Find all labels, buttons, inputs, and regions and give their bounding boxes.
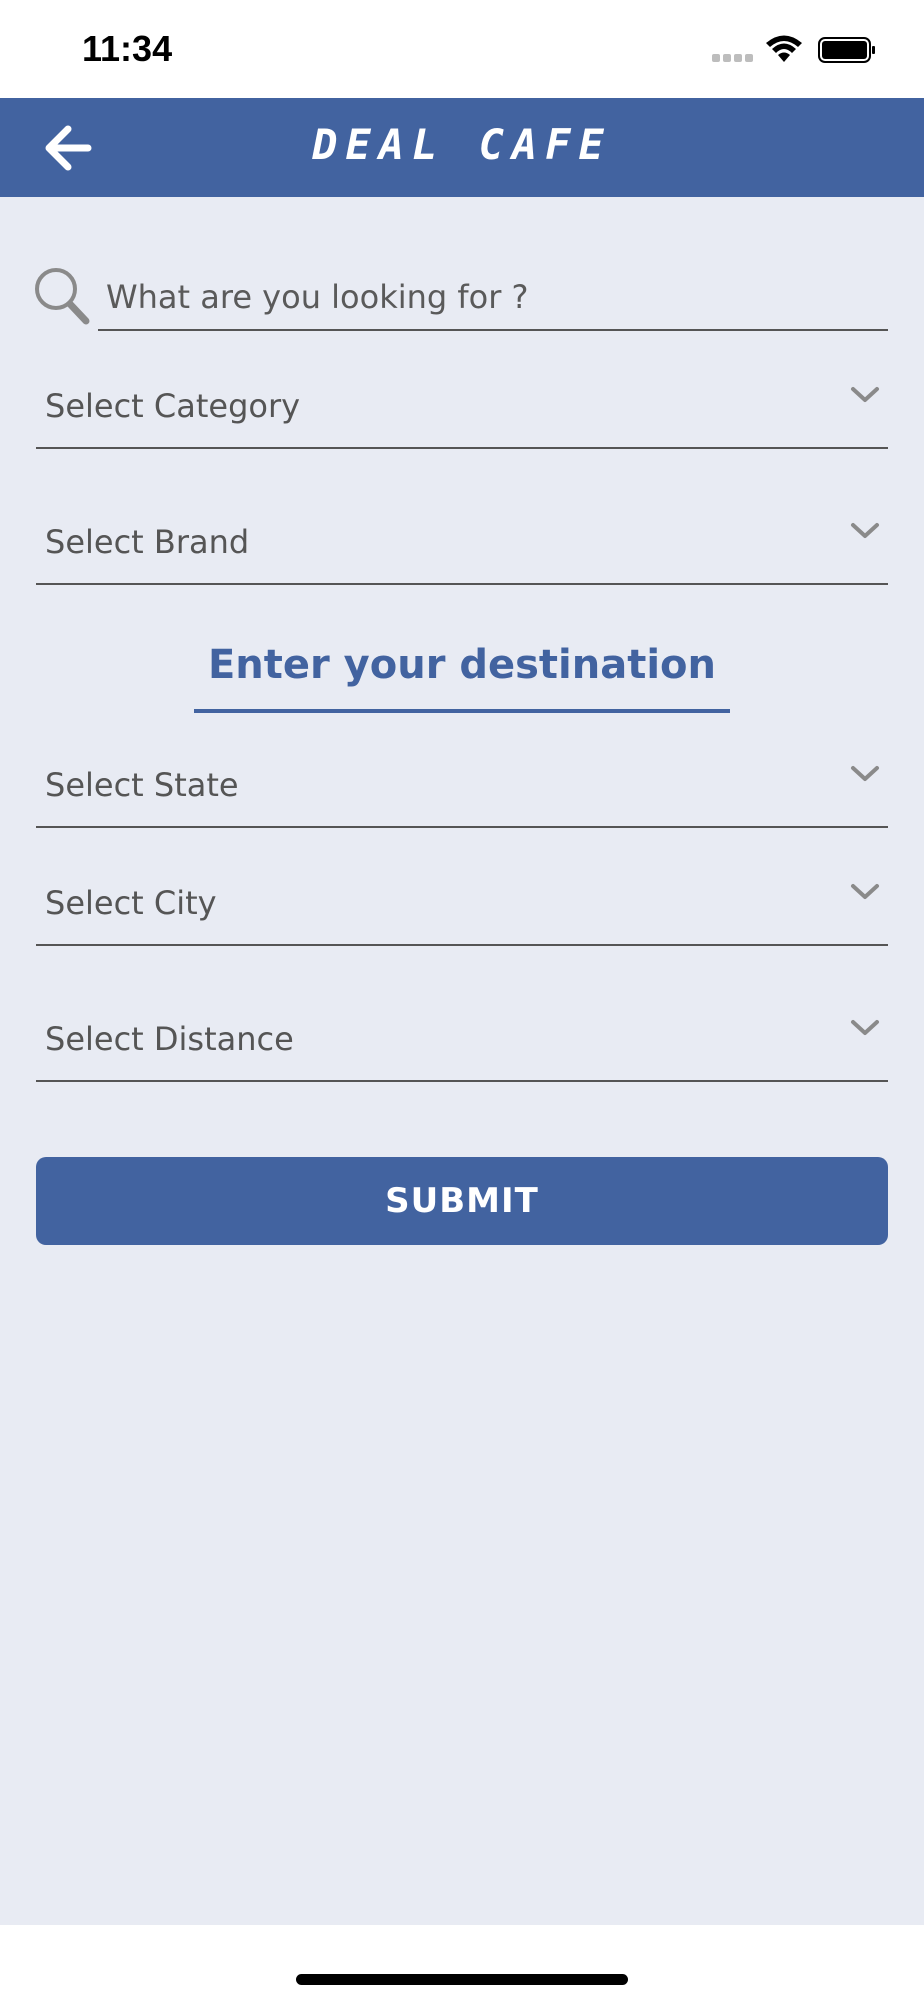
- distance-select[interactable]: Select Distance: [36, 1008, 888, 1082]
- wifi-icon: [766, 35, 802, 62]
- chevron-down-icon: [851, 1020, 879, 1035]
- chevron-down-icon: [851, 523, 879, 538]
- app-header: DEAL CAFE: [0, 98, 924, 197]
- brand-select-label: Select Brand: [45, 523, 250, 561]
- search-icon: [35, 268, 90, 325]
- chevron-down-icon: [851, 884, 879, 899]
- search-form: Select Category Select Brand Enter your …: [0, 197, 924, 1925]
- distance-select-label: Select Distance: [45, 1020, 294, 1058]
- city-select-label: Select City: [45, 884, 217, 922]
- app-title: DEAL CAFE: [312, 120, 612, 169]
- search-row: [34, 265, 888, 333]
- battery-icon: [818, 37, 875, 63]
- chevron-down-icon: [851, 766, 879, 781]
- search-input[interactable]: [98, 265, 888, 331]
- cellular-signal-icon: [712, 54, 754, 64]
- state-select-label: Select State: [45, 766, 239, 804]
- category-select-label: Select Category: [45, 387, 301, 425]
- home-area: [0, 1925, 924, 2000]
- state-select[interactable]: Select State: [36, 754, 888, 828]
- destination-heading-text: Enter your destination: [207, 642, 717, 688]
- chevron-down-icon: [851, 387, 879, 402]
- status-bar: 11:34: [0, 0, 924, 98]
- category-select[interactable]: Select Category: [36, 375, 888, 449]
- brand-select[interactable]: Select Brand: [36, 511, 888, 585]
- city-select[interactable]: Select City: [36, 872, 888, 946]
- home-indicator[interactable]: [296, 1974, 628, 1985]
- status-time: 11:34: [82, 28, 173, 69]
- destination-heading: Enter your destination: [194, 635, 730, 713]
- submit-button[interactable]: SUBMIT: [36, 1157, 888, 1245]
